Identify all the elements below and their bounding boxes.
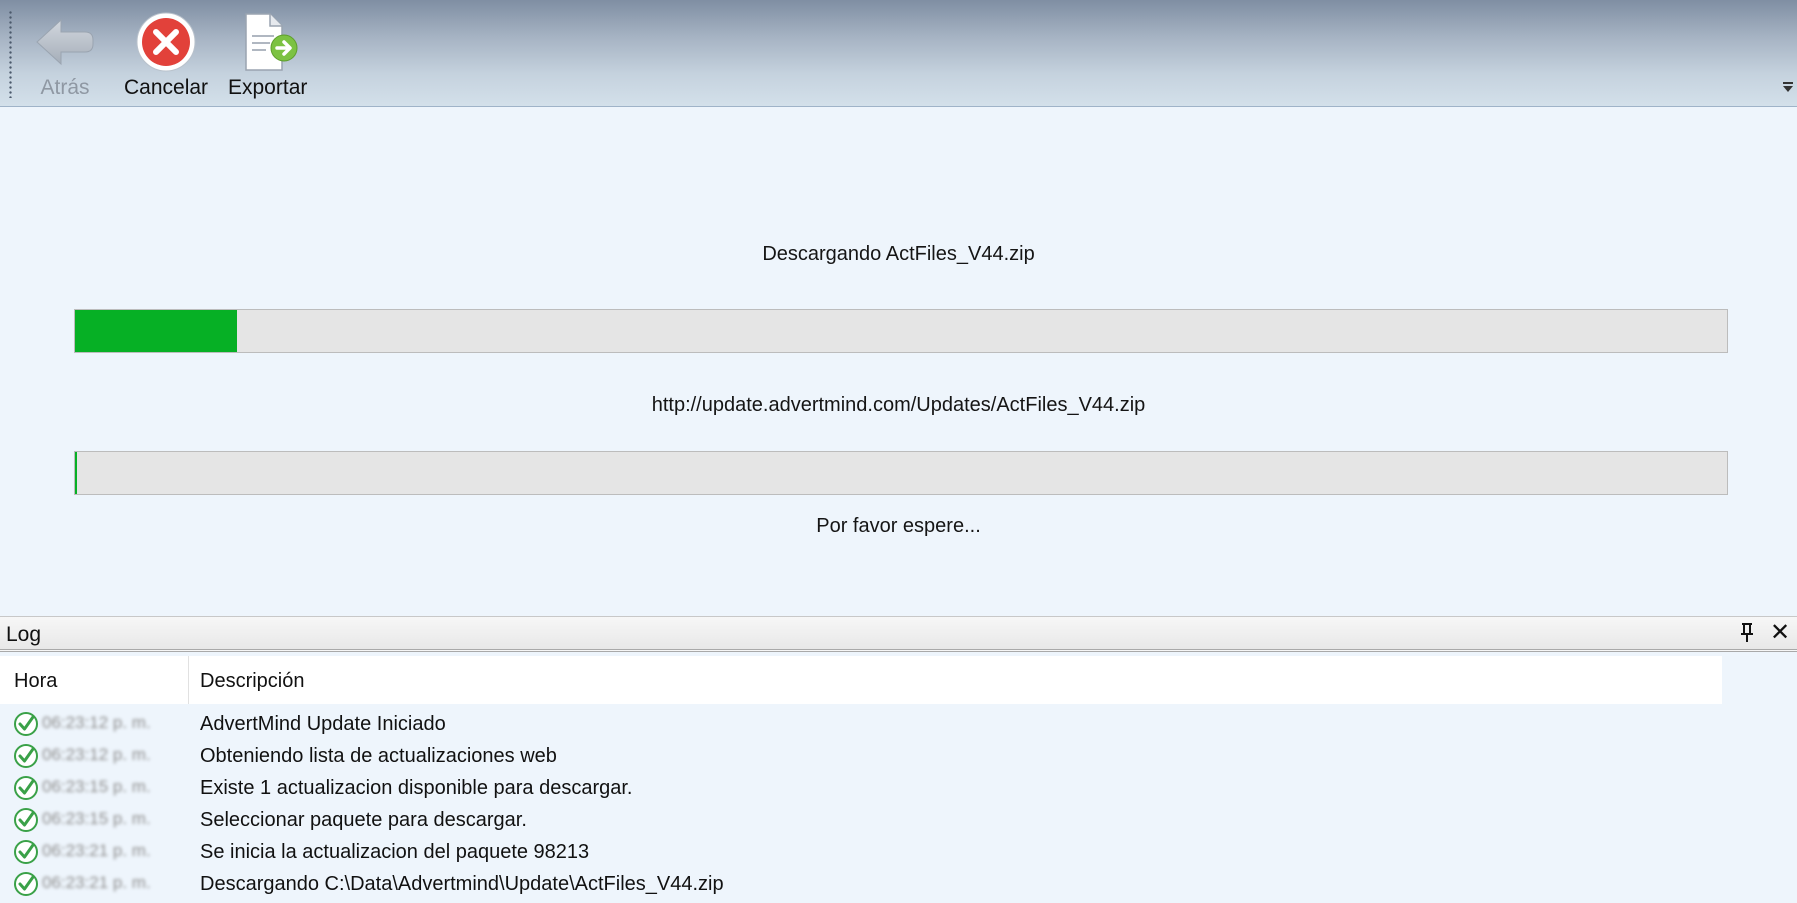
- table-row[interactable]: 06:23:15 p. m. Seleccionar paquete para d…: [0, 804, 1797, 836]
- toolbar: Atrás Cancelar Exportar: [0, 0, 1797, 107]
- check-circle-icon: [14, 840, 38, 864]
- log-description: Obteniendo lista de actualizaciones web: [200, 745, 557, 767]
- download-url-text: http://update.advertmind.com/Updates/Act…: [651, 394, 1146, 416]
- download-status-text: Descargando ActFiles_V44.zip: [762, 243, 1035, 265]
- export-label: Exportar: [228, 76, 308, 99]
- log-time: 06:23:21 p. m.: [42, 873, 151, 892]
- check-circle-icon: [14, 872, 38, 896]
- table-row[interactable]: 06:23:21 p. m. Descargando C:\Data\Advert…: [0, 868, 1797, 900]
- column-header-description[interactable]: Descripción: [189, 656, 1722, 704]
- log-description: Se inicia la actualizacion del paquete 9…: [200, 841, 590, 863]
- table-row[interactable]: 06:23:12 p. m. AdvertMind Update Iniciado: [0, 708, 1797, 740]
- export-document-icon: [244, 13, 298, 71]
- back-label: Atrás: [40, 76, 90, 99]
- log-panel: Log ✕ Hora Descripción 06:23:12 p. m. Adv…: [0, 604, 1797, 903]
- log-time: 06:23:12 p. m.: [42, 713, 151, 732]
- log-time: 06:23:12 p. m.: [42, 745, 151, 764]
- table-row[interactable]: 06:23:21 p. m. Se inicia la actualizacion…: [0, 836, 1797, 868]
- log-title: Log: [6, 623, 42, 646]
- cancel-label: Cancelar: [124, 76, 209, 99]
- cancel-circle-icon: [136, 12, 196, 72]
- cancel-button[interactable]: Cancelar: [124, 10, 208, 102]
- table-row[interactable]: 06:23:15 p. m. Existe 1 actualizacion dis…: [0, 772, 1797, 804]
- check-circle-icon: [14, 808, 38, 832]
- table-row[interactable]: 06:23:12 p. m. Obteniendo lista de actual…: [0, 740, 1797, 772]
- column-header-time[interactable]: Hora: [0, 656, 189, 704]
- log-time: 06:23:21 p. m.: [42, 841, 151, 860]
- close-icon[interactable]: ✕: [1769, 621, 1791, 645]
- file-progress-bar: [74, 451, 1728, 495]
- log-description: Existe 1 actualizacion disponible para d…: [200, 777, 633, 799]
- wait-message: Por favor espere...: [816, 515, 981, 537]
- log-description: AdvertMind Update Iniciado: [200, 713, 446, 735]
- overall-progress-bar: [74, 309, 1728, 353]
- log-time: 06:23:15 p. m.: [42, 777, 151, 796]
- toolbar-grip[interactable]: [8, 10, 13, 98]
- log-rows: 06:23:12 p. m. AdvertMind Update Iniciado…: [0, 708, 1797, 900]
- log-time: 06:23:15 p. m.: [42, 809, 151, 828]
- arrow-left-icon: [36, 18, 94, 66]
- check-circle-icon: [14, 712, 38, 736]
- overflow-bar: [1783, 82, 1793, 84]
- log-description: Seleccionar paquete para descargar.: [200, 809, 527, 831]
- log-description: Descargando C:\Data\Advertmind\Update\Ac…: [200, 873, 724, 895]
- export-button[interactable]: Exportar: [228, 10, 307, 102]
- check-circle-icon: [14, 744, 38, 768]
- chevron-down-icon: [1783, 86, 1793, 92]
- file-progress-fill: [75, 452, 77, 494]
- back-button[interactable]: Atrás: [33, 10, 97, 102]
- log-header: Log ✕: [0, 616, 1797, 652]
- overall-progress-fill: [75, 310, 237, 352]
- toolbar-overflow-button[interactable]: [1781, 82, 1795, 102]
- pin-icon[interactable]: [1737, 621, 1757, 645]
- check-circle-icon: [14, 776, 38, 800]
